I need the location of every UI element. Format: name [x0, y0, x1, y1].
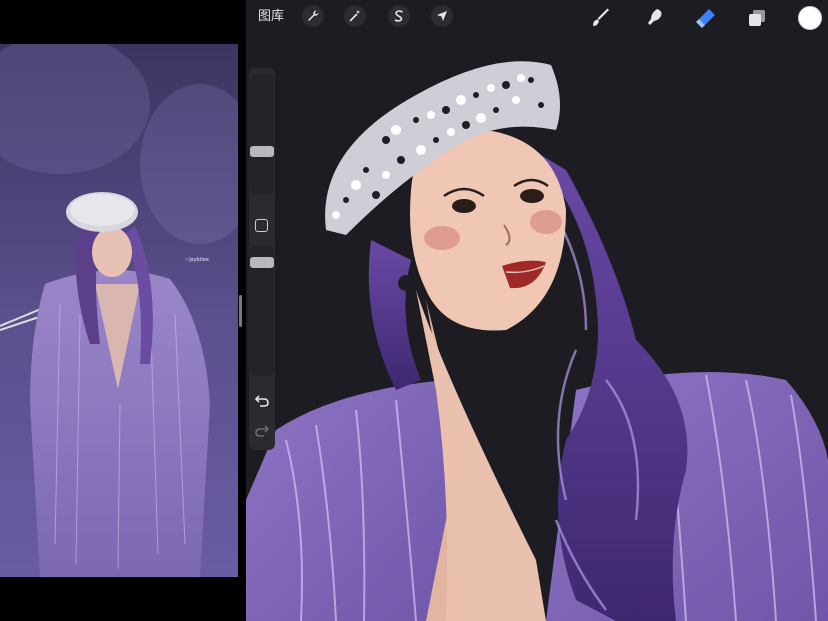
modify-button[interactable]	[255, 219, 268, 232]
brush-sidebar	[249, 68, 275, 450]
redo-icon	[255, 425, 269, 437]
arrow-cursor-icon	[437, 11, 447, 21]
split-view-handle[interactable]	[239, 295, 242, 327]
watermark: ~Jaybilee	[185, 257, 209, 263]
brush-size-handle[interactable]	[250, 146, 274, 157]
undo-icon	[255, 395, 269, 407]
reference-photo[interactable]: ~Jaybilee	[0, 44, 238, 577]
brush-size-slider[interactable]	[250, 74, 274, 194]
brush-button[interactable]	[588, 5, 614, 31]
selection-button[interactable]	[388, 5, 410, 27]
selection-s-icon	[394, 10, 403, 22]
adjustments-button[interactable]	[344, 5, 366, 27]
brush-icon	[593, 8, 609, 26]
color-picker-button[interactable]	[798, 6, 822, 30]
reference-pane: ~Jaybilee	[0, 0, 246, 621]
smudge-icon	[648, 9, 662, 25]
opacity-slider[interactable]	[250, 246, 274, 376]
undo-button[interactable]	[254, 394, 270, 408]
gallery-button[interactable]: 图库	[258, 8, 284, 26]
opacity-handle[interactable]	[250, 257, 274, 268]
smudge-button[interactable]	[641, 5, 667, 31]
magic-wand-icon	[349, 10, 360, 22]
actions-button[interactable]	[302, 5, 324, 27]
drawing-canvas[interactable]	[246, 0, 828, 621]
layers-icon	[749, 10, 765, 26]
transform-button[interactable]	[431, 5, 453, 27]
layers-button[interactable]	[744, 5, 770, 31]
eraser-icon	[696, 9, 715, 28]
top-toolbar: 图库	[246, 0, 828, 36]
wrench-icon	[308, 10, 319, 21]
redo-button[interactable]	[254, 424, 270, 438]
eraser-button[interactable]	[693, 5, 719, 31]
